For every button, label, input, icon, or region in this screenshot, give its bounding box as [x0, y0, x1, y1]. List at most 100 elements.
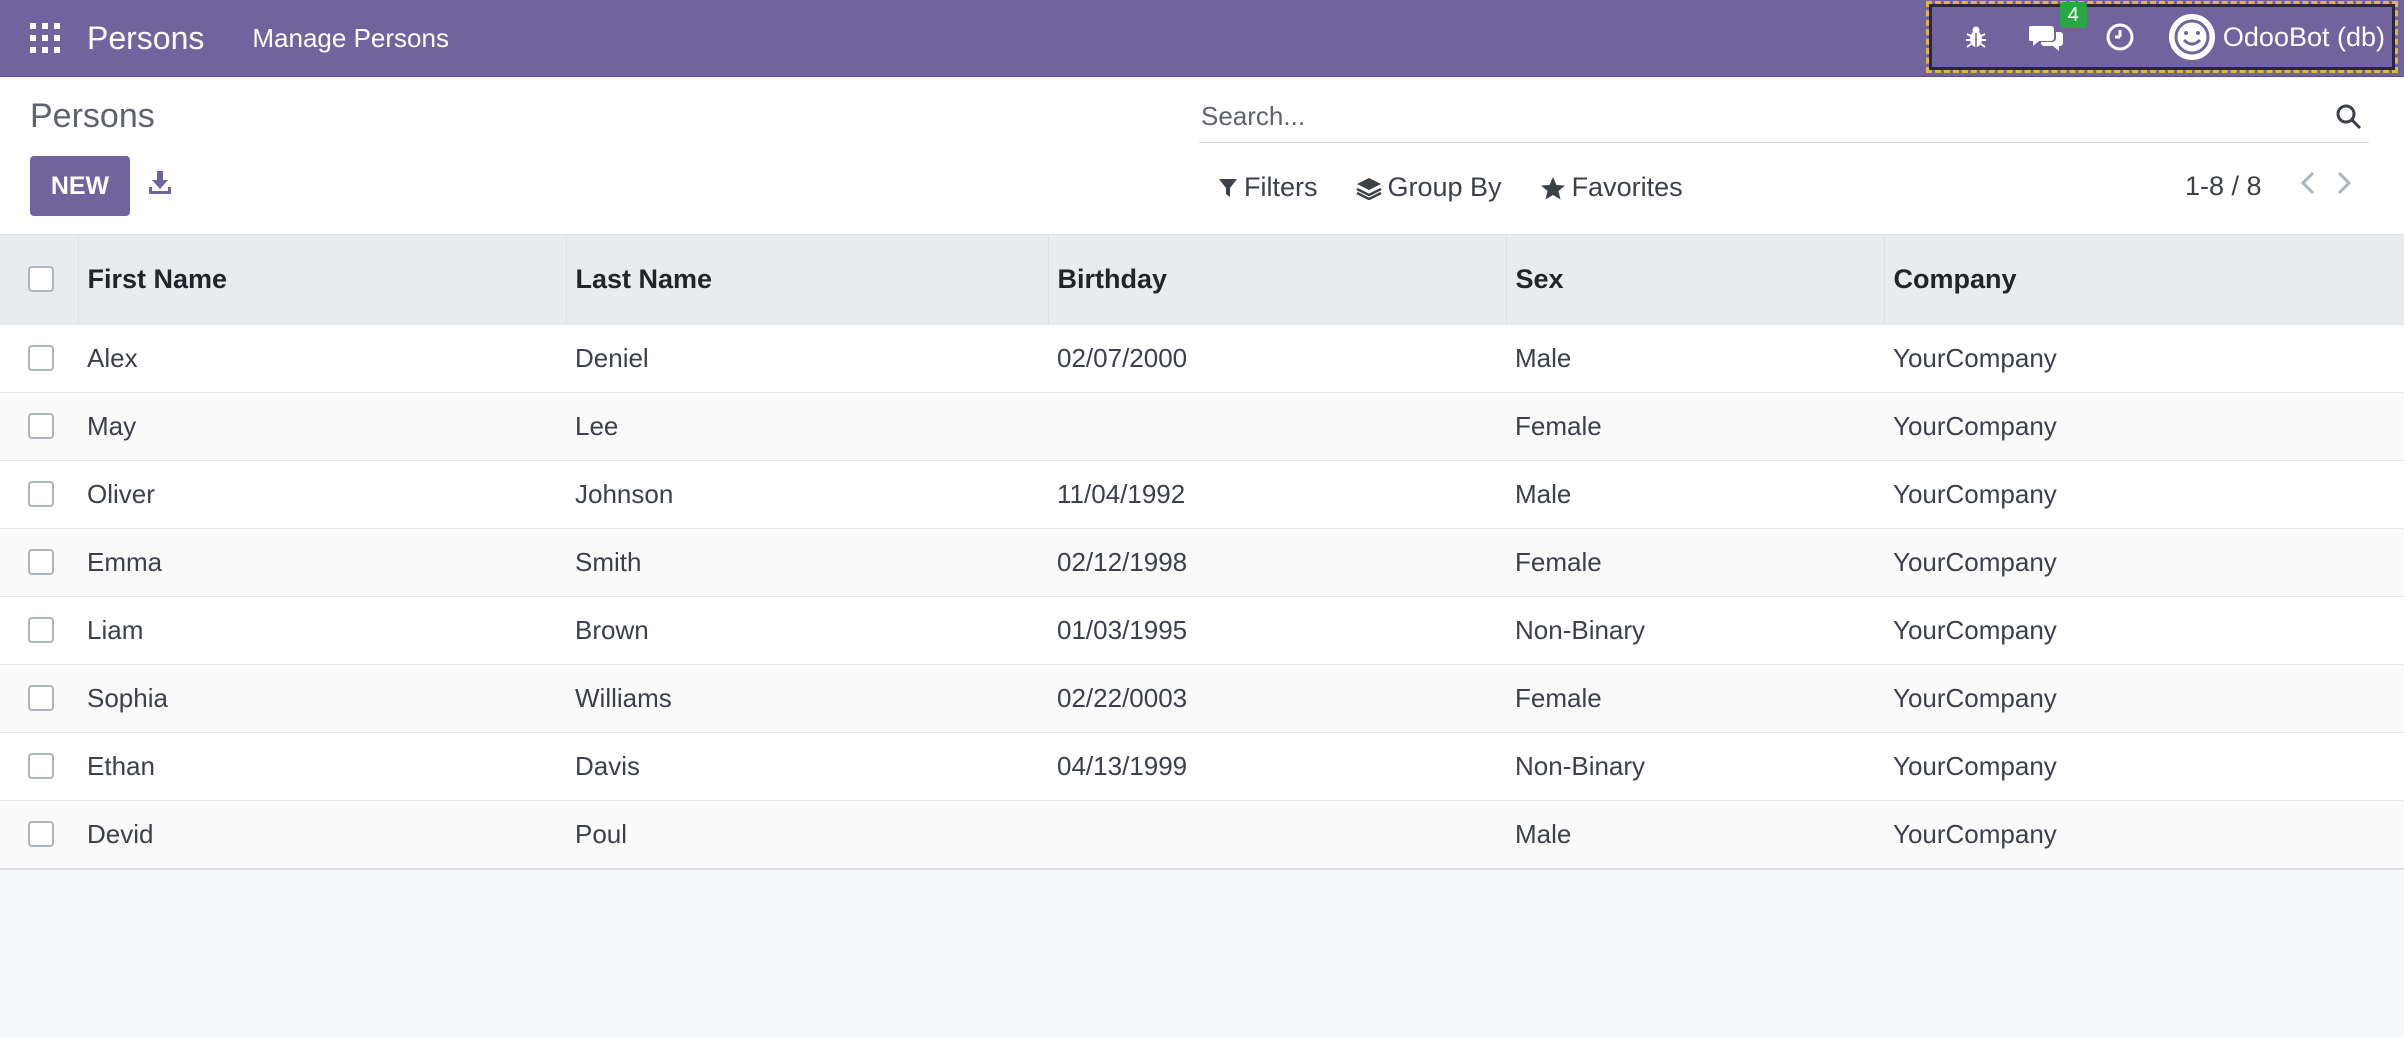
cell-birthday[interactable]: 11/04/1992: [1048, 459, 1506, 528]
row-checkbox[interactable]: [28, 549, 54, 575]
table-row[interactable]: May Lee Female YourCompany: [0, 391, 2404, 460]
favorites-button[interactable]: Favorites: [1540, 172, 1683, 203]
search-box: [1199, 91, 2369, 143]
search-input[interactable]: [1199, 101, 2299, 132]
pager-previous-icon[interactable]: [2300, 170, 2316, 203]
cell-sex[interactable]: Male: [1506, 459, 1884, 528]
cell-birthday[interactable]: 04/13/1999: [1048, 731, 1506, 800]
cell-first-name[interactable]: Emma: [78, 527, 566, 596]
app-brand[interactable]: Persons: [87, 20, 204, 57]
group-by-button[interactable]: Group By: [1355, 172, 1502, 203]
cell-sex[interactable]: Male: [1506, 323, 1884, 392]
table-row[interactable]: Devid Poul Male YourCompany: [0, 799, 2404, 868]
cell-company[interactable]: YourCompany: [1884, 459, 2404, 528]
table-row[interactable]: Oliver Johnson 11/04/1992 Male YourCompa…: [0, 459, 2404, 528]
cell-birthday[interactable]: [1048, 391, 1506, 460]
cell-first-name[interactable]: Oliver: [78, 459, 566, 528]
debug-icon[interactable]: [1963, 24, 1989, 50]
systray: 4 OdooBot (db): [1925, 1, 2398, 73]
filter-funnel-icon: [1219, 178, 1237, 197]
cell-birthday[interactable]: [1048, 799, 1506, 868]
cell-last-name[interactable]: Brown: [566, 595, 1048, 664]
cell-sex[interactable]: Male: [1506, 799, 1884, 868]
cell-first-name[interactable]: Ethan: [78, 731, 566, 800]
table-row[interactable]: Alex Deniel 02/07/2000 Male YourCompany: [0, 323, 2404, 392]
cell-sex[interactable]: Female: [1506, 527, 1884, 596]
cell-sex[interactable]: Female: [1506, 663, 1884, 732]
cell-company[interactable]: YourCompany: [1884, 323, 2404, 392]
pager-next-icon[interactable]: [2336, 170, 2352, 203]
row-select-cell: [0, 391, 78, 460]
column-header-first-name[interactable]: First Name: [78, 235, 567, 324]
top-navbar: Persons Manage Persons 4 OdooBot (db): [0, 0, 2404, 77]
row-select-cell: [0, 731, 78, 800]
cell-company[interactable]: YourCompany: [1884, 799, 2404, 868]
cell-sex[interactable]: Female: [1506, 391, 1884, 460]
cell-birthday[interactable]: 02/07/2000: [1048, 323, 1506, 392]
avatar: [2168, 14, 2215, 60]
row-checkbox[interactable]: [28, 821, 54, 848]
column-header-sex[interactable]: Sex: [1506, 235, 1885, 324]
apps-menu-icon[interactable]: [30, 23, 60, 53]
row-checkbox[interactable]: [28, 685, 54, 711]
cell-first-name[interactable]: Alex: [78, 323, 566, 392]
filters-label: Filters: [1244, 172, 1318, 202]
cell-first-name[interactable]: Devid: [78, 799, 566, 868]
cell-company[interactable]: YourCompany: [1884, 391, 2404, 460]
cell-last-name[interactable]: Johnson: [566, 459, 1048, 528]
messages-icon[interactable]: 4: [2028, 2, 2087, 52]
cell-birthday[interactable]: 02/22/0003: [1048, 663, 1506, 732]
row-select-cell: [0, 595, 78, 664]
search-panel-toggles: Filters Group By Favorites: [1218, 172, 1721, 203]
row-checkbox[interactable]: [28, 413, 54, 439]
new-button[interactable]: NEW: [30, 156, 130, 216]
column-header-birthday[interactable]: Birthday: [1048, 235, 1507, 324]
cell-last-name[interactable]: Deniel: [566, 323, 1048, 392]
table-row[interactable]: Liam Brown 01/03/1995 Non-Binary YourCom…: [0, 595, 2404, 664]
cell-first-name[interactable]: Liam: [78, 595, 566, 664]
cell-company[interactable]: YourCompany: [1884, 527, 2404, 596]
table-header-row: First Name Last Name Birthday Sex Compan…: [0, 235, 2404, 324]
cell-birthday[interactable]: 02/12/1998: [1048, 527, 1506, 596]
cell-last-name[interactable]: Poul: [566, 799, 1048, 868]
cell-first-name[interactable]: May: [78, 391, 566, 460]
cell-company[interactable]: YourCompany: [1884, 663, 2404, 732]
cell-last-name[interactable]: Davis: [566, 731, 1048, 800]
row-checkbox[interactable]: [28, 753, 54, 779]
row-checkbox[interactable]: [28, 481, 54, 507]
cell-birthday[interactable]: 01/03/1995: [1048, 595, 1506, 664]
row-select-cell: [0, 323, 78, 392]
layers-icon: [1355, 177, 1382, 200]
cell-sex[interactable]: Non-Binary: [1506, 595, 1884, 664]
page-title: Persons: [30, 97, 155, 135]
cell-company[interactable]: YourCompany: [1884, 595, 2404, 664]
cell-last-name[interactable]: Williams: [566, 663, 1048, 732]
cell-last-name[interactable]: Smith: [566, 527, 1048, 596]
user-name: OdooBot (db): [2222, 21, 2385, 52]
user-menu[interactable]: OdooBot (db): [2168, 14, 2385, 60]
pager: 1-8 / 8: [2185, 170, 2362, 203]
activity-clock-icon[interactable]: [2105, 22, 2135, 52]
cell-last-name[interactable]: Lee: [566, 391, 1048, 460]
column-header-company[interactable]: Company: [1884, 235, 2404, 324]
select-all-checkbox[interactable]: [28, 266, 54, 293]
table-row[interactable]: Ethan Davis 04/13/1999 Non-Binary YourCo…: [0, 731, 2404, 800]
table-row[interactable]: Sophia Williams 02/22/0003 Female YourCo…: [0, 663, 2404, 732]
row-checkbox[interactable]: [28, 345, 54, 371]
pager-value[interactable]: 1-8 / 8: [2185, 171, 2262, 202]
search-icon[interactable]: [2335, 103, 2363, 136]
column-header-last-name[interactable]: Last Name: [566, 235, 1049, 324]
cell-first-name[interactable]: Sophia: [78, 663, 566, 732]
row-select-cell: [0, 459, 78, 528]
control-panel: Persons NEW Filters: [0, 77, 2404, 235]
row-select-cell: [0, 799, 78, 868]
row-select-cell: [0, 663, 78, 732]
table-row[interactable]: Emma Smith 02/12/1998 Female YourCompany: [0, 527, 2404, 596]
smiley-avatar-icon: [2174, 19, 2210, 55]
cell-company[interactable]: YourCompany: [1884, 731, 2404, 800]
cell-sex[interactable]: Non-Binary: [1506, 731, 1884, 800]
filters-button[interactable]: Filters: [1218, 172, 1318, 203]
download-icon[interactable]: [146, 169, 174, 202]
nav-menu-manage-persons[interactable]: Manage Persons: [252, 23, 449, 54]
row-checkbox[interactable]: [28, 617, 54, 643]
